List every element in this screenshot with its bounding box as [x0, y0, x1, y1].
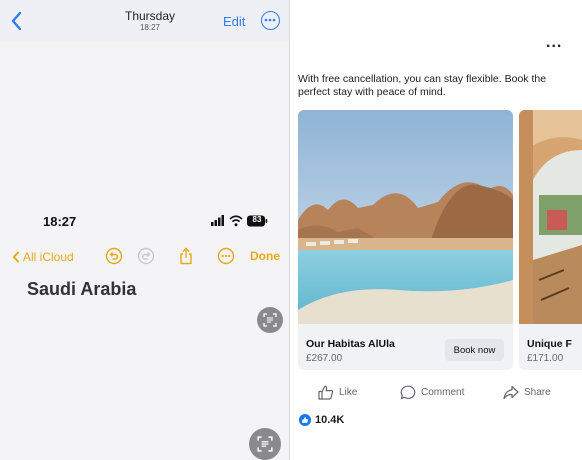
carousel-card[interactable]: Unique F £171.00 [519, 110, 582, 370]
thumbs-up-icon [318, 385, 334, 400]
signal-icon [211, 215, 224, 226]
edit-button[interactable]: Edit [223, 14, 245, 29]
post-text: With free cancellation, you can stay fle… [298, 73, 547, 98]
card-price: £267.00 [306, 353, 343, 364]
battery-percent: 83 [252, 215, 262, 224]
undo-icon[interactable] [105, 247, 123, 265]
redo-icon[interactable] [137, 247, 155, 265]
reaction-summary[interactable]: 10.4K [299, 414, 344, 426]
all-icloud-label: All iCloud [23, 250, 74, 264]
like-button[interactable]: Like [318, 384, 357, 400]
share-icon[interactable] [177, 247, 195, 265]
header-date-title: Thursday [124, 9, 176, 23]
carousel-card[interactable]: Our Habitas AlUla £267.00 Book now [298, 110, 513, 370]
live-text-scan-icon-large[interactable] [249, 428, 281, 460]
like-reaction-icon [299, 414, 311, 426]
card-title: Our Habitas AlUla [306, 338, 395, 350]
post-more-menu-button[interactable]: ... [546, 34, 562, 52]
hotel-terrace-image [519, 110, 582, 324]
more-options-icon[interactable] [261, 11, 280, 30]
done-button[interactable]: Done [250, 249, 280, 263]
note-title[interactable]: Saudi Arabia [27, 279, 136, 300]
comment-bubble-icon [400, 385, 416, 399]
back-chevron-icon[interactable] [8, 10, 26, 32]
share-label: Share [524, 386, 551, 398]
more-circle-icon[interactable] [217, 247, 235, 265]
book-now-button[interactable]: Book now [445, 339, 504, 361]
header-time: 18:27 [139, 23, 161, 32]
back-chevron-icon [12, 251, 19, 263]
share-button[interactable]: Share [503, 384, 551, 400]
hotel-pool-image [298, 110, 513, 324]
facebook-post-panel: ... With free cancellation, you can stay… [290, 0, 582, 460]
comment-label: Comment [421, 386, 465, 398]
like-label: Like [339, 386, 358, 398]
wifi-icon [229, 215, 243, 227]
share-arrow-icon [503, 385, 519, 399]
notes-app-panel: Thursday 18:27 Edit 18:27 83 All iCloud … [0, 0, 289, 460]
status-bar-icons: 83 [211, 214, 271, 228]
reaction-count: 10.4K [315, 414, 345, 426]
status-bar-time: 18:27 [43, 214, 77, 229]
card-price: £171.00 [527, 353, 564, 364]
comment-button[interactable]: Comment [400, 384, 464, 400]
card-title: Unique F [527, 338, 572, 350]
live-text-scan-icon[interactable] [257, 307, 283, 333]
all-icloud-back-button[interactable]: All iCloud [12, 249, 74, 265]
